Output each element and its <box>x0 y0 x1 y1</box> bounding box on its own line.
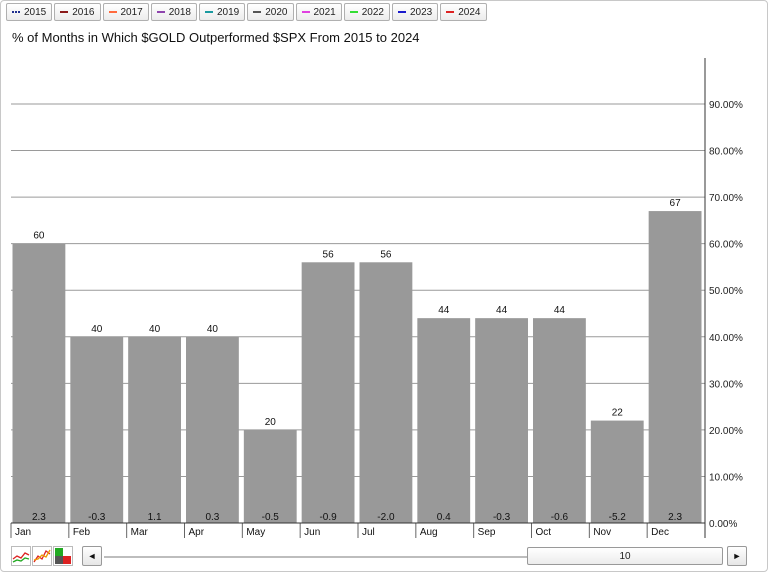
x-tick-label: Oct <box>536 527 552 538</box>
y-tick-label: 0.00% <box>709 519 737 530</box>
bar-value-label: 56 <box>323 249 335 260</box>
scroll-track[interactable] <box>104 556 528 558</box>
x-tick-label: Jul <box>362 527 375 538</box>
y-tick-label: 90.00% <box>709 100 743 111</box>
y-tick-label: 10.00% <box>709 472 743 483</box>
bar <box>590 420 644 523</box>
x-tick-label: Jun <box>304 527 320 538</box>
bar <box>648 211 702 524</box>
bar-value-label: 67 <box>670 198 682 209</box>
bar-bottom-label: -2.0 <box>377 512 395 523</box>
y-tick-label: 30.00% <box>709 379 743 390</box>
bar <box>70 336 124 523</box>
bar <box>12 243 66 523</box>
scroll-left-button[interactable]: ◄ <box>82 546 102 566</box>
bar <box>243 429 297 523</box>
x-tick-label: Nov <box>593 527 611 538</box>
bar-bottom-label: 0.4 <box>437 512 451 523</box>
bar-value-label: 44 <box>438 305 450 316</box>
bar-bottom-label: -0.5 <box>262 512 280 523</box>
x-tick-label: Mar <box>131 527 149 538</box>
x-tick-label: Aug <box>420 527 438 538</box>
scroll-right-button[interactable]: ► <box>727 546 747 566</box>
bar-bottom-label: 2.3 <box>32 512 46 523</box>
bar-bottom-label: 1.1 <box>148 512 162 523</box>
bar <box>128 336 181 523</box>
bar-mode-icon[interactable] <box>53 546 73 566</box>
bar-value-label: 20 <box>265 417 277 428</box>
bar-value-label: 40 <box>149 324 161 335</box>
y-tick-label: 20.00% <box>709 426 743 437</box>
bar-bottom-label: -0.3 <box>88 512 106 523</box>
bar-bottom-label: 0.3 <box>205 512 219 523</box>
bottom-toolbar: ◄ 10 ► <box>0 543 768 571</box>
bar <box>417 318 471 523</box>
x-tick-label: Sep <box>478 527 496 538</box>
x-tick-label: Jan <box>15 527 31 538</box>
x-tick-label: May <box>246 527 265 538</box>
bar <box>301 262 355 523</box>
range-slider-thumb[interactable]: 10 <box>527 547 723 565</box>
bar-value-label: 22 <box>612 408 624 419</box>
bar-value-label: 40 <box>91 324 103 335</box>
bar-bottom-label: -0.9 <box>319 512 337 523</box>
bar-value-label: 40 <box>207 324 219 335</box>
bar-value-label: 44 <box>496 305 508 316</box>
bar <box>475 318 528 523</box>
y-tick-label: 80.00% <box>709 147 743 158</box>
x-tick-label: Dec <box>651 527 669 538</box>
y-tick-label: 70.00% <box>709 193 743 204</box>
bar-chart: 0.00% 10.00% 20.00% 30.00% 40.00% 50.00% 60.00… <box>10 58 743 538</box>
bar-bottom-label: 2.3 <box>668 512 682 523</box>
multi-line-icon[interactable] <box>32 546 52 566</box>
bar <box>186 336 239 523</box>
y-tick-label: 60.00% <box>709 240 743 251</box>
x-tick-label: Apr <box>189 527 205 538</box>
bar-value-label: 56 <box>380 249 392 260</box>
line-chart-icon[interactable] <box>11 546 31 566</box>
y-tick-label: 50.00% <box>709 286 743 297</box>
bar-value-label: 44 <box>554 305 566 316</box>
bar-bottom-label: -0.3 <box>493 512 511 523</box>
y-tick-label: 40.00% <box>709 333 743 344</box>
bar-value-label: 60 <box>33 231 45 242</box>
bar <box>533 318 586 523</box>
x-tick-label: Feb <box>73 527 91 538</box>
bar-bottom-label: -0.6 <box>551 512 569 523</box>
bar <box>359 262 413 523</box>
bar-bottom-label: -5.2 <box>609 512 627 523</box>
